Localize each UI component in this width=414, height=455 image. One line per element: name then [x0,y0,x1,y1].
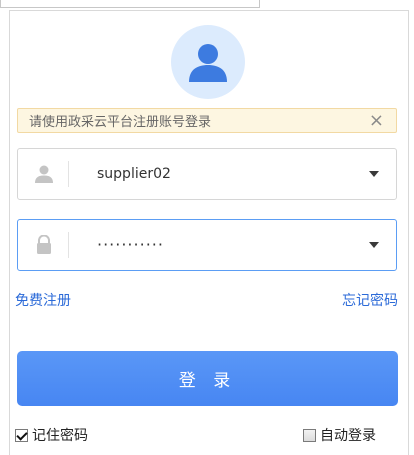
chevron-down-icon[interactable] [369,171,379,177]
user-avatar-icon [189,44,227,82]
login-button[interactable]: 登 录 [17,351,398,406]
register-link[interactable]: 免费注册 [15,290,71,310]
checkbox-unchecked-icon[interactable] [303,428,316,442]
checkbox-checked-icon[interactable] [15,428,28,442]
forgot-password-link[interactable]: 忘记密码 [342,290,398,310]
field-divider [68,232,69,258]
username-field[interactable]: supplier02 [17,148,397,200]
notice-bar: 请使用政采云平台注册账号登录 × [17,108,397,133]
user-icon [33,163,55,185]
close-icon[interactable]: × [369,110,384,132]
remember-password-checkbox[interactable]: 记住密码 [15,425,88,445]
notice-text: 请使用政采云平台注册账号登录 [29,115,212,130]
password-field[interactable]: ··········· [17,219,397,271]
chevron-down-icon[interactable] [369,242,379,248]
field-divider [68,161,69,187]
avatar [171,25,245,99]
top-strip [0,0,260,8]
remember-password-label: 记住密码 [32,428,88,444]
username-value[interactable]: supplier02 [97,149,171,199]
lock-icon [33,234,55,256]
password-value[interactable]: ··········· [97,220,164,270]
auto-login-checkbox[interactable]: 自动登录 [303,425,376,445]
auto-login-label: 自动登录 [320,428,376,444]
